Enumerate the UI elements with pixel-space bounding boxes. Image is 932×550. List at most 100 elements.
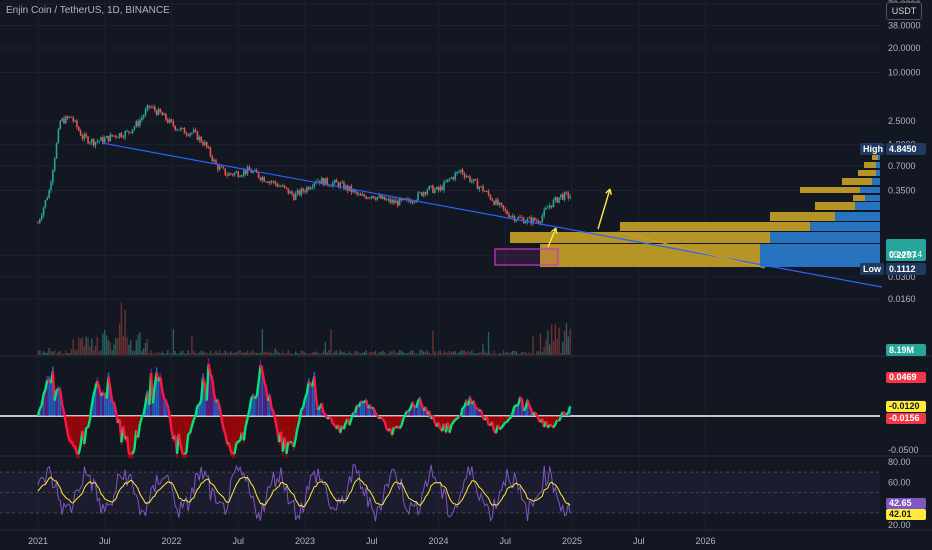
volume-bar bbox=[139, 332, 141, 355]
candle-body bbox=[443, 181, 445, 191]
volume-bar bbox=[545, 339, 547, 355]
candle-body bbox=[263, 177, 266, 182]
volume-bar bbox=[233, 352, 236, 355]
volume-bar bbox=[198, 352, 201, 355]
candle-body bbox=[413, 201, 416, 203]
candle-body bbox=[370, 195, 373, 198]
candle-body bbox=[213, 159, 215, 162]
countdown: 05:47:14 bbox=[889, 249, 922, 259]
vp-up-bar bbox=[810, 222, 880, 231]
osc-hist-bar bbox=[215, 400, 217, 416]
volume-bar bbox=[346, 353, 349, 355]
volume-bar bbox=[454, 351, 456, 355]
osc-signal-line bbox=[368, 404, 373, 410]
candle-body bbox=[378, 195, 380, 198]
volume-bar bbox=[100, 350, 102, 355]
vp-down-bar bbox=[842, 178, 872, 185]
candle-body bbox=[59, 120, 62, 130]
candle-body bbox=[98, 140, 100, 142]
candle-body bbox=[472, 179, 475, 182]
candle-body bbox=[291, 191, 293, 195]
osc-value-label: -0.0120 bbox=[889, 401, 920, 411]
osc-signal-line bbox=[522, 407, 527, 412]
chart-area[interactable]: 280.0000140.000070.000038.000020.000010.… bbox=[0, 0, 932, 550]
vp-up-bar bbox=[865, 195, 880, 201]
volume-bar bbox=[537, 351, 540, 355]
volume-bar bbox=[306, 353, 308, 355]
osc-hist-bar bbox=[126, 416, 128, 439]
volume-bar bbox=[142, 348, 145, 355]
volume-bar bbox=[415, 353, 417, 355]
symbol-title[interactable]: Enjin Coin / TetherUS, 1D, BINANCE bbox=[6, 5, 170, 16]
candle-body bbox=[148, 105, 151, 107]
osc-signal-line bbox=[452, 418, 457, 424]
volume-bar bbox=[200, 350, 202, 355]
candle-body bbox=[94, 141, 97, 146]
volume-bar bbox=[165, 353, 167, 355]
volume-bar bbox=[163, 353, 165, 355]
candle-body bbox=[157, 108, 160, 115]
candle-body bbox=[120, 133, 123, 137]
volume-bar bbox=[167, 350, 169, 355]
accumulation-box[interactable] bbox=[494, 248, 559, 266]
volume-bar bbox=[224, 350, 226, 355]
osc-signal-line bbox=[546, 424, 551, 429]
volume-bar bbox=[406, 352, 408, 355]
volume-bar bbox=[146, 338, 149, 355]
volume-bar bbox=[287, 350, 290, 355]
candle-body bbox=[326, 178, 329, 185]
candle-body bbox=[398, 198, 401, 206]
osc-signal-line bbox=[456, 415, 460, 420]
osc-hist-bar bbox=[228, 416, 230, 447]
candle-body bbox=[524, 221, 527, 224]
candle-body bbox=[426, 189, 429, 194]
volume-bar bbox=[380, 351, 382, 355]
volume-bar bbox=[302, 350, 304, 355]
time-tick-label: 2022 bbox=[161, 536, 181, 546]
candle-body bbox=[196, 131, 199, 140]
volume-bar bbox=[326, 352, 328, 355]
candle-body bbox=[459, 169, 462, 172]
candle-body bbox=[452, 177, 455, 180]
volume-bar bbox=[174, 351, 176, 355]
volume-bar bbox=[391, 351, 393, 355]
rsi-pane bbox=[0, 463, 880, 522]
osc-signal-line bbox=[500, 424, 505, 429]
candle-body bbox=[179, 127, 182, 131]
volume-bar bbox=[105, 335, 108, 355]
vp-up-bar bbox=[876, 162, 880, 168]
volume-bar bbox=[274, 348, 277, 355]
volume-bar bbox=[493, 350, 495, 355]
osc-value-label: -0.0156 bbox=[889, 413, 920, 423]
volume-bar bbox=[154, 352, 156, 355]
volume-bar bbox=[359, 353, 362, 355]
volume-bar bbox=[193, 351, 195, 355]
volume-bar bbox=[257, 353, 260, 355]
osc-signal-line bbox=[402, 414, 407, 420]
candle-body bbox=[320, 178, 323, 184]
currency-button[interactable]: USDT bbox=[886, 2, 922, 20]
volume-bar bbox=[91, 338, 93, 355]
osc-signal-line bbox=[398, 425, 403, 429]
osc-hist-bar bbox=[437, 416, 440, 424]
candle-body bbox=[471, 181, 473, 182]
time-tick-label: Jul bbox=[99, 536, 111, 546]
volume-bar bbox=[319, 353, 321, 355]
volume-bar bbox=[413, 352, 416, 355]
candle-body bbox=[152, 107, 154, 108]
candle-body bbox=[498, 202, 501, 205]
volume-bar bbox=[70, 349, 73, 355]
candle-body bbox=[207, 147, 210, 148]
volume-bar bbox=[130, 340, 132, 355]
candle-body bbox=[300, 188, 303, 195]
volume-bar bbox=[272, 353, 275, 355]
osc-signal-line bbox=[253, 395, 258, 400]
volume-bar bbox=[393, 350, 395, 355]
volume-bar bbox=[382, 350, 384, 355]
volume-bar bbox=[44, 352, 47, 355]
volume-bar bbox=[480, 352, 482, 355]
volume-bar bbox=[53, 350, 56, 355]
time-tick-label: 2024 bbox=[428, 536, 448, 546]
osc-signal-line bbox=[229, 450, 234, 455]
volume-bar bbox=[450, 352, 453, 355]
